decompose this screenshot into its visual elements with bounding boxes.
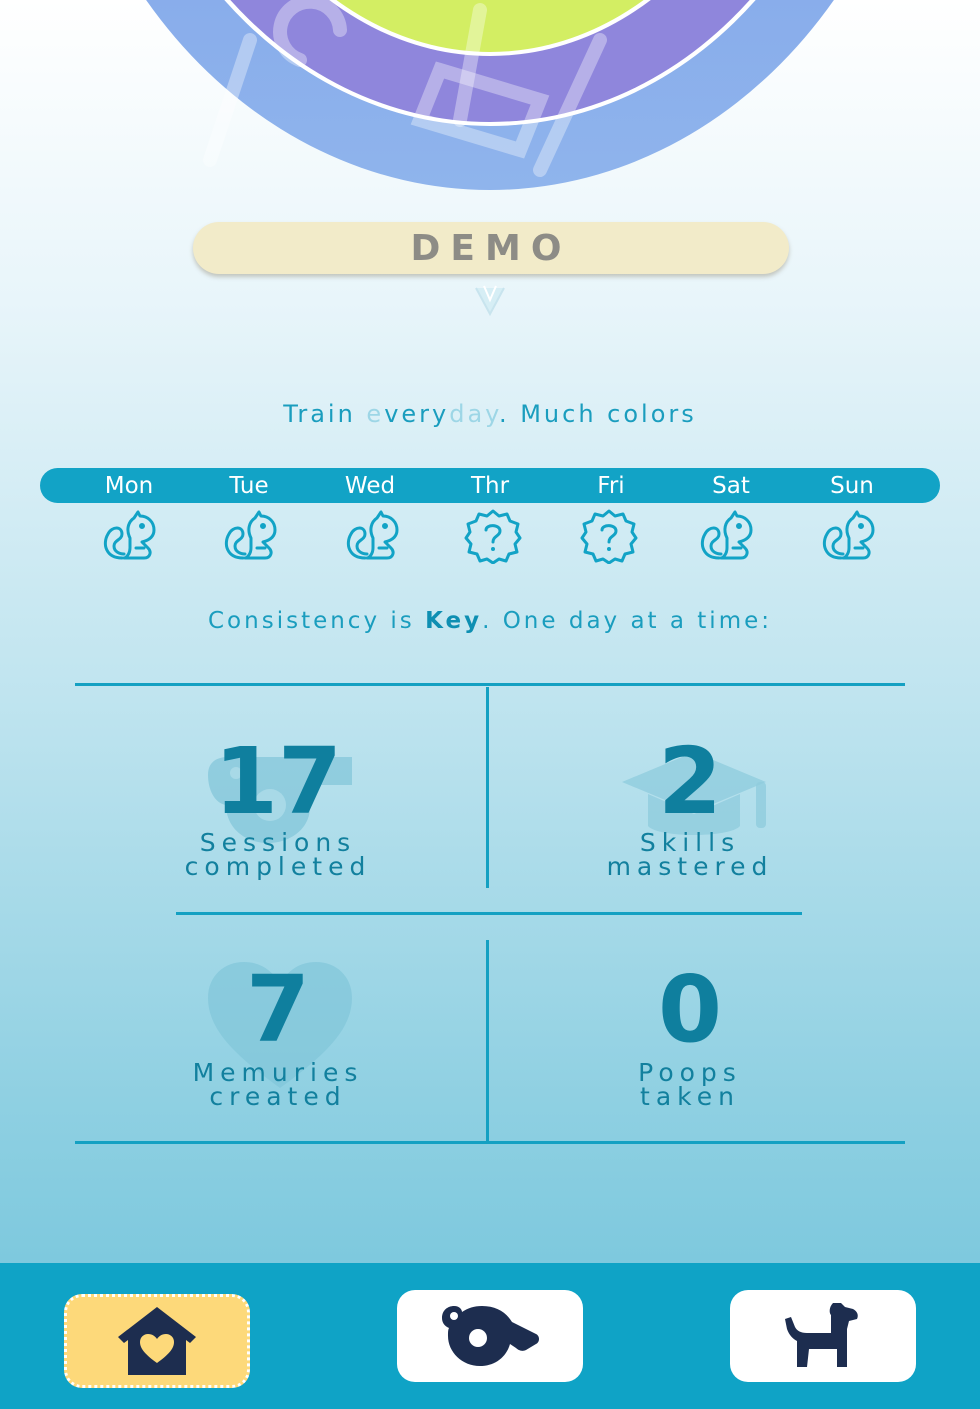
question-badge-icon[interactable] [463,508,523,564]
nav-home-button[interactable] [64,1294,250,1388]
stats-divider-top [75,683,905,686]
poops-count: 0 [657,956,722,1063]
consistency-before: Consistency is [208,608,426,634]
day-label-thr: Thr [470,473,510,499]
nav-training-button[interactable] [397,1290,583,1382]
squirrel-icon[interactable] [343,508,403,564]
question-badge-icon[interactable] [579,508,639,564]
stats-divider-vertical-top [486,687,489,888]
sessions-label-line2: completed [184,852,372,881]
squirrel-icon[interactable] [819,508,879,564]
stats-divider-bottom [75,1141,905,1144]
dog-icon [785,1303,858,1367]
poops-label-line2: taken [640,1082,740,1111]
whistle-icon [442,1306,539,1366]
nav-dog-button[interactable] [730,1290,916,1382]
sessions-count: 17 [213,728,343,835]
avatar-rings-graphic [146,0,834,190]
tagline-part2: very [384,400,450,428]
stats-divider-vertical-bottom [486,940,489,1141]
day-label-mon: Mon [104,473,154,499]
tagline-part3: . Much colors [498,400,697,428]
dog-name-banner[interactable]: DEMO [193,222,789,274]
stats-divider-middle [176,912,802,915]
skills-label-line2: mastered [606,852,774,881]
house-heart-icon [118,1307,196,1375]
skills-count: 2 [657,728,722,835]
day-label-wed: Wed [344,473,396,499]
tagline-part1: Train [283,400,367,428]
consistency-key: Key [425,608,483,634]
day-label-sun: Sun [830,473,874,499]
tagline-faint2: day [449,400,499,428]
day-label-fri: Fri [597,473,625,499]
memuries-count: 7 [245,956,310,1063]
consistency-after: . One day at a time: [482,608,772,634]
memuries-label-line2: created [209,1082,347,1111]
squirrel-icon[interactable] [697,508,757,564]
tagline-faint1: e [366,400,385,428]
day-label-tue: Tue [229,473,269,499]
chevron-down-icon[interactable] [470,280,510,320]
squirrel-icon[interactable] [221,508,281,564]
squirrel-icon[interactable] [100,508,160,564]
day-label-sat: Sat [712,473,750,499]
consistency-message: Consistency is Key. One day at a time: [0,608,980,634]
training-tagline: Train everyday. Much colors [0,400,980,428]
dog-avatar-rings[interactable] [0,0,980,200]
